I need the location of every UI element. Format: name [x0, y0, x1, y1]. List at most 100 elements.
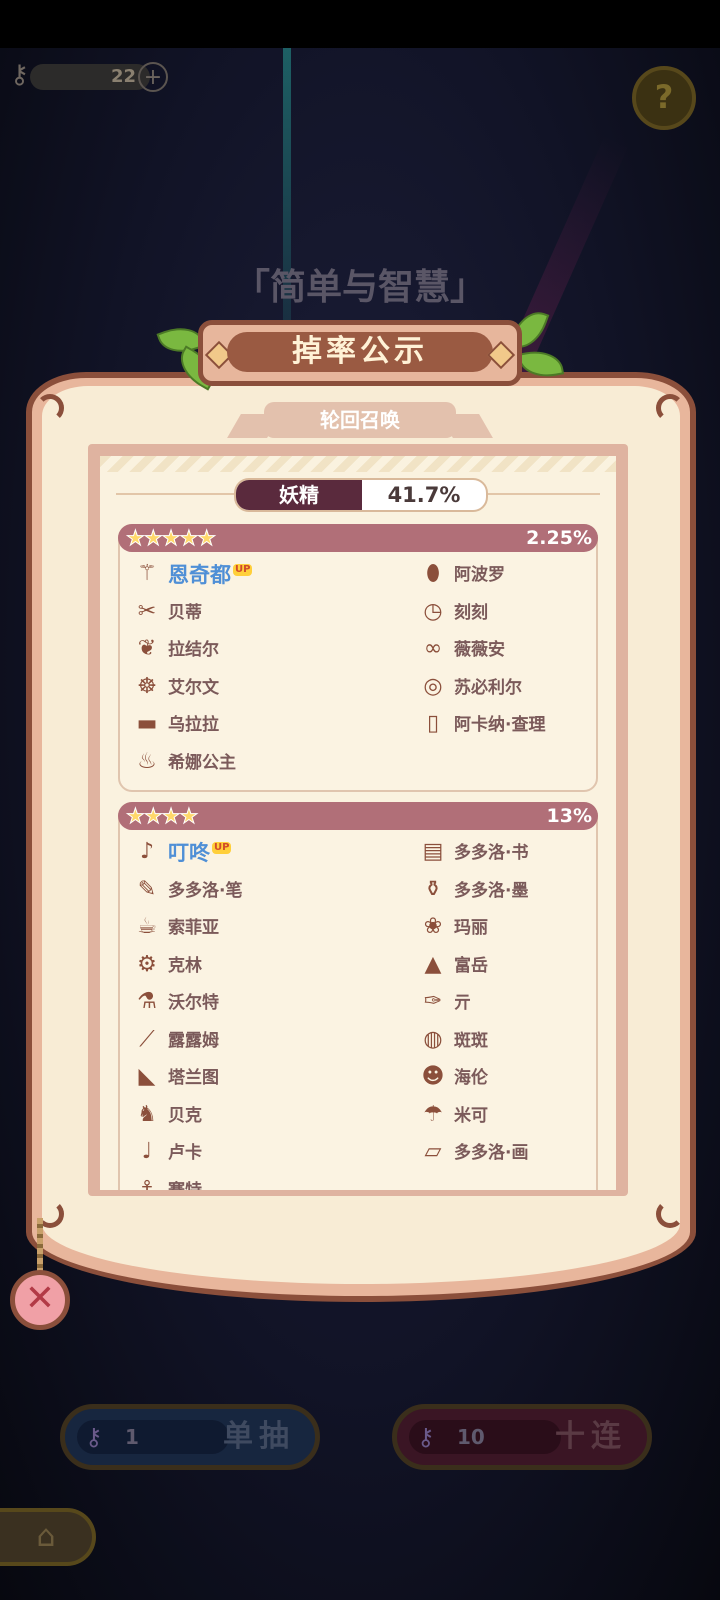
- close-button-cord: [37, 1218, 43, 1274]
- category-rate: 妖精 41.7%: [234, 478, 488, 512]
- item-icon: ✂: [137, 598, 157, 624]
- group-rate: 13%: [546, 805, 592, 827]
- item-icon: ♪: [139, 839, 155, 864]
- item-name: 多多洛·书: [454, 843, 529, 863]
- item-icon: ⚗: [137, 989, 157, 1014]
- item-name: 塔兰图: [168, 1068, 219, 1088]
- item-name: 赛特: [168, 1174, 202, 1191]
- item-name: 富岳: [454, 955, 488, 976]
- item-name: 露露姆: [168, 1030, 219, 1051]
- item-name: 沃尔特: [168, 993, 219, 1013]
- item-name: 贝克: [168, 1105, 202, 1126]
- item-icon: ⟋: [139, 1026, 155, 1052]
- summon-type-ribbon: 轮回召唤: [264, 402, 456, 438]
- item-name: 贝蒂: [168, 602, 202, 623]
- home-button[interactable]: ⌂: [0, 1508, 96, 1566]
- add-keys-button[interactable]: +: [138, 62, 168, 92]
- item-icon: ♨: [137, 748, 157, 774]
- item-icon: ∞: [423, 636, 443, 661]
- rarity-group-5star: ★★★★★ 2.25% ⚚ 恩奇都 UP ⬮ 阿波罗 ✂ 贝蒂 ◷ 刻刻 ❦ 拉结尔 ∞ 薇薇安 ☸ 艾尔文…: [118, 524, 598, 792]
- item-icon: ▤: [422, 839, 444, 864]
- single-pull-button[interactable]: ⚷ 1 单抽: [60, 1404, 320, 1470]
- item-icon: ⚙: [137, 951, 157, 977]
- group-header: ★★★★★ 2.25%: [118, 524, 598, 552]
- ten-pull-label: 十连: [555, 1419, 627, 1454]
- pull-cost: ⚷ 1: [77, 1420, 229, 1454]
- panel-corner-ornament: [656, 1200, 684, 1228]
- key-icon: ⚷: [10, 60, 30, 90]
- item-name: 斑斑: [454, 1030, 488, 1051]
- item-name: 叮咚: [168, 841, 210, 865]
- item-icon: ◍: [423, 1026, 443, 1052]
- item-name: 多多洛·墨: [454, 880, 529, 901]
- item-icon: ✎: [137, 876, 157, 902]
- item-name: 索菲亚: [168, 918, 219, 938]
- pool-title: 「简单与智慧」: [233, 267, 486, 308]
- item-icon: ⚱: [423, 876, 443, 902]
- item-name: 多多洛·笔: [168, 880, 243, 901]
- item-icon: ◎: [423, 673, 443, 699]
- panel-title-plate: 掉率公示: [198, 320, 522, 386]
- pull-cost-value: 1: [125, 1425, 139, 1449]
- key-icon: ⚷: [417, 1423, 435, 1451]
- up-badge: UP: [212, 842, 232, 854]
- panel-corner-ornament: [36, 394, 64, 422]
- item-name: 阿卡纳·查理: [454, 715, 546, 735]
- item-icon: ❀: [423, 914, 443, 939]
- item-icon: ☂: [423, 1101, 443, 1127]
- panel-title: 掉率公示: [227, 332, 493, 372]
- star-rating: ★★★★: [125, 803, 198, 829]
- item-name: 恩奇都: [168, 563, 231, 587]
- star-icons: ★★★★: [125, 804, 198, 829]
- rate-list[interactable]: 妖精 41.7% ★★★★★ 2.25% ⚚ 恩奇都 UP ⬮ 阿波罗 ✂ 贝蒂 ◷ 刻刻 ❦ 拉结…: [100, 456, 616, 1190]
- home-icon: ⌂: [36, 1519, 56, 1554]
- item-icon: ⚚: [137, 561, 157, 586]
- item-icon: ▬: [136, 711, 158, 736]
- item-name: 苏必利尔: [454, 677, 522, 698]
- help-button[interactable]: ?: [632, 66, 696, 130]
- item-icon: ☸: [137, 673, 157, 699]
- star-rating: ★★★★★: [125, 525, 216, 551]
- item-name: 艾尔文: [168, 677, 219, 698]
- item-name: 希娜公主: [168, 752, 236, 773]
- item-name: 克林: [168, 955, 202, 976]
- up-badge: UP: [233, 564, 253, 576]
- single-pull-label: 单抽: [223, 1419, 295, 1454]
- pull-cost-value: 10: [457, 1425, 485, 1449]
- item-name: 亓: [454, 993, 471, 1013]
- item-icon: ⬮: [426, 561, 440, 586]
- item-name: 海伦: [454, 1068, 488, 1088]
- item-icon: ❦: [137, 636, 157, 661]
- item-name: 阿波罗: [454, 565, 505, 585]
- item-icon: ◣: [138, 1064, 156, 1089]
- group-header: ★★★★ 13%: [118, 802, 598, 830]
- pull-cost: ⚷ 10: [409, 1420, 561, 1454]
- group-rate: 2.25%: [526, 527, 592, 549]
- item-name: 乌拉拉: [168, 715, 219, 735]
- close-button[interactable]: ✕: [10, 1270, 70, 1330]
- item-icon: ☕: [137, 914, 157, 939]
- item-icon: ✑: [423, 989, 443, 1014]
- key-count: 22: [110, 66, 136, 87]
- panel-corner-ornament: [656, 394, 684, 422]
- item-name: 刻刻: [454, 602, 488, 623]
- category-rate-value: 41.7%: [387, 483, 461, 507]
- item-icon: ▲: [424, 951, 442, 977]
- item-icon: ♩: [141, 1139, 153, 1164]
- item-name: 米可: [454, 1105, 488, 1126]
- key-counter: ⚷ 22 +: [10, 60, 168, 94]
- item-icon: ▱: [424, 1139, 442, 1164]
- item-name: 玛丽: [454, 918, 488, 938]
- rarity-group-4star: ★★★★ 13% ♪ 叮咚 UP ▤ 多多洛·书 ✎ 多多洛·笔 ⚱ 多多洛·墨 ☕ 索菲亚 ❀ 玛丽 ⚙…: [118, 802, 598, 1190]
- item-icon: ♞: [137, 1101, 157, 1127]
- item-name: 卢卡: [168, 1143, 202, 1163]
- item-icon: ☻: [421, 1064, 445, 1089]
- key-icon: ⚷: [85, 1423, 103, 1451]
- item-name: 拉结尔: [168, 640, 219, 660]
- zigzag-border: [100, 456, 616, 472]
- ten-pull-button[interactable]: ⚷ 10 十连: [392, 1404, 652, 1470]
- star-icons: ★★★★★: [125, 526, 216, 551]
- category-label: 妖精: [236, 480, 362, 510]
- item-name: 薇薇安: [454, 640, 505, 660]
- item-name: 多多洛·画: [454, 1143, 529, 1163]
